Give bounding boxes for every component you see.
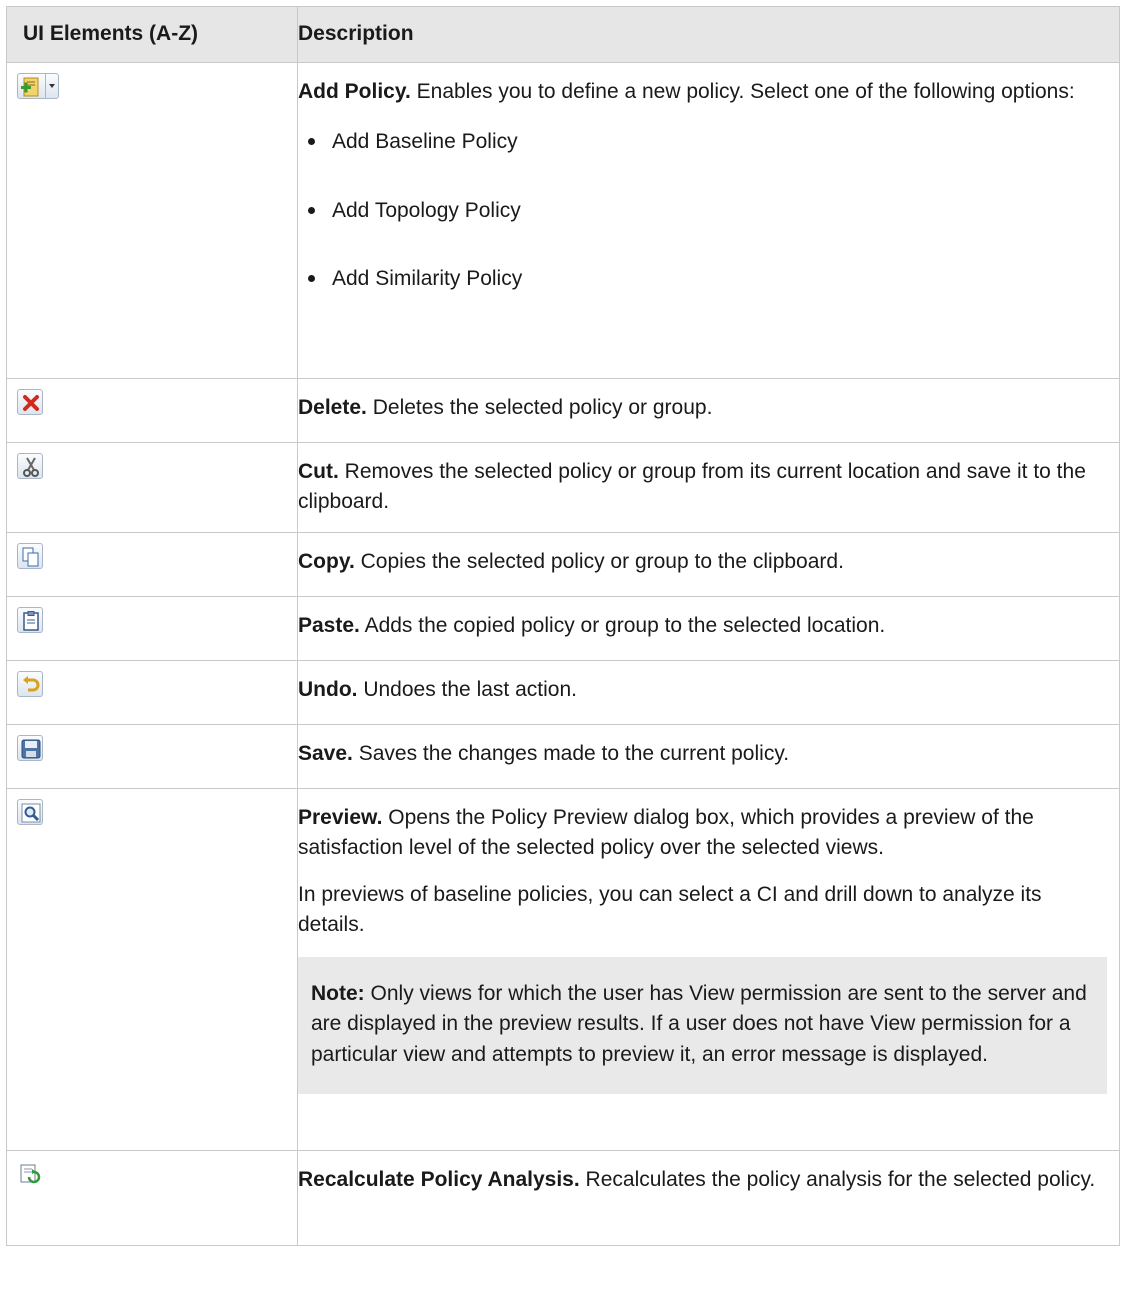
- table-row: Cut. Removes the selected policy or grou…: [6, 442, 1120, 533]
- element-title: Add Policy.: [298, 80, 411, 103]
- description-text: Save. Saves the changes made to the curr…: [298, 739, 1107, 769]
- description-text: Delete. Deletes the selected policy or g…: [298, 393, 1107, 423]
- copy-icon: [17, 542, 43, 569]
- description-cell: Add Policy. Enables you to define a new …: [297, 62, 1120, 379]
- delete-icon: [17, 389, 43, 415]
- element-title: Recalculate Policy Analysis.: [298, 1167, 580, 1191]
- header-description: Description: [297, 6, 1120, 63]
- table-row: Preview. Opens the Policy Preview dialog…: [6, 787, 1120, 1151]
- icon-cell: [6, 378, 298, 443]
- cut-icon: [17, 453, 43, 479]
- list-item: Add Baseline Policy: [298, 127, 1107, 157]
- element-title: Save.: [298, 741, 353, 765]
- table-row: Copy. Copies the selected policy or grou…: [6, 531, 1120, 597]
- table-row: Save. Saves the changes made to the curr…: [6, 723, 1120, 789]
- description-cell: Undo. Undoes the last action.: [297, 659, 1120, 725]
- element-description: Recalculates the policy analysis for the…: [585, 1167, 1096, 1191]
- icon-cell: [6, 787, 298, 1151]
- element-description: Deletes the selected policy or group.: [372, 396, 713, 419]
- element-description: Opens the Policy Preview dialog box, whi…: [298, 805, 1034, 860]
- table-row: Delete. Deletes the selected policy or g…: [6, 378, 1120, 443]
- description-cell: Recalculate Policy Analysis. Recalculate…: [297, 1149, 1120, 1246]
- option-list: Add Baseline Policy Add Topology Policy …: [298, 127, 1107, 294]
- element-description: Removes the selected policy or group fro…: [298, 460, 1086, 514]
- paste-icon: [17, 606, 43, 633]
- element-description: Enables you to define a new policy. Sele…: [416, 80, 1075, 103]
- table-row: Paste. Adds the copied policy or group t…: [6, 595, 1120, 661]
- add-policy-icon: [17, 73, 59, 99]
- icon-cell: [6, 1149, 298, 1246]
- element-description: Adds the copied policy or group to the s…: [364, 613, 886, 637]
- description-text: Cut. Removes the selected policy or grou…: [298, 457, 1107, 518]
- element-title: Paste.: [298, 613, 360, 637]
- table-header-row: UI Elements (A-Z) Description: [6, 6, 1120, 63]
- description-cell: Preview. Opens the Policy Preview dialog…: [297, 787, 1120, 1151]
- element-description: Copies the selected policy or group to t…: [360, 549, 844, 573]
- description-cell: Save. Saves the changes made to the curr…: [297, 723, 1120, 789]
- note-label: Note:: [311, 981, 365, 1005]
- icon-cell: [6, 62, 298, 379]
- element-title: Preview.: [298, 805, 383, 829]
- table-row: Recalculate Policy Analysis. Recalculate…: [6, 1149, 1120, 1246]
- element-description: Saves the changes made to the current po…: [358, 741, 790, 765]
- element-title: Delete.: [298, 396, 367, 419]
- description-text: Add Policy. Enables you to define a new …: [298, 77, 1107, 107]
- description-cell: Copy. Copies the selected policy or grou…: [297, 531, 1120, 597]
- preview-icon: [17, 798, 43, 825]
- description-text: Undo. Undoes the last action.: [298, 675, 1107, 705]
- table-row: Add Policy. Enables you to define a new …: [6, 62, 1120, 379]
- description-text: Copy. Copies the selected policy or grou…: [298, 547, 1107, 577]
- icon-cell: [6, 442, 298, 533]
- note-text: Only views for which the user has View p…: [311, 981, 1087, 1066]
- table-row: Undo. Undoes the last action.: [6, 659, 1120, 725]
- description-cell: Cut. Removes the selected policy or grou…: [297, 442, 1120, 533]
- description-text: Recalculate Policy Analysis. Recalculate…: [298, 1165, 1107, 1195]
- description-text: Preview. Opens the Policy Preview dialog…: [298, 803, 1107, 864]
- icon-cell: [6, 531, 298, 597]
- save-icon: [17, 734, 43, 761]
- description-cell: Delete. Deletes the selected policy or g…: [297, 378, 1120, 443]
- chevron-down-icon[interactable]: [45, 74, 58, 98]
- ui-elements-table: UI Elements (A-Z) Description Add Policy…: [6, 6, 1120, 1246]
- description-text-secondary: In previews of baseline policies, you ca…: [298, 882, 1042, 937]
- list-item: Add Topology Policy: [298, 196, 1107, 226]
- list-item: Add Similarity Policy: [298, 264, 1107, 294]
- icon-cell: [6, 723, 298, 789]
- description-cell: Paste. Adds the copied policy or group t…: [297, 595, 1120, 661]
- note-box: Note: Only views for which the user has …: [298, 956, 1107, 1094]
- undo-icon: [17, 670, 43, 697]
- description-text: Paste. Adds the copied policy or group t…: [298, 611, 1107, 641]
- icon-cell: [6, 595, 298, 661]
- element-title: Cut.: [298, 460, 339, 483]
- header-ui-elements: UI Elements (A-Z): [6, 6, 298, 63]
- element-title: Copy.: [298, 549, 355, 573]
- element-description: Undoes the last action.: [363, 677, 577, 701]
- element-title: Undo.: [298, 677, 358, 701]
- icon-cell: [6, 659, 298, 725]
- recalculate-icon: [17, 1161, 43, 1187]
